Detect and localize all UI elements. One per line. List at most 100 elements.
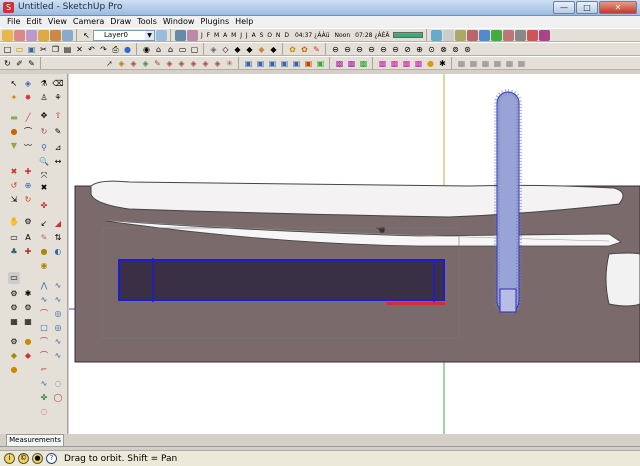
measurements-tab[interactable]: Measurements [6, 434, 64, 446]
save-icon[interactable]: ▣ [26, 44, 37, 55]
label-tool-icon[interactable]: ◈ [212, 58, 223, 69]
tag-icon[interactable]: ✎ [311, 44, 322, 55]
delete-icon[interactable]: ✕ [74, 44, 85, 55]
front-view-icon[interactable] [454, 29, 466, 41]
paint-icon[interactable] [26, 29, 37, 41]
bracket-icon[interactable]: ⌐ [38, 364, 50, 376]
right-view-icon[interactable] [514, 29, 526, 41]
position-camera-icon[interactable]: ↙ [38, 218, 50, 230]
text-icon[interactable]: ✚ [22, 166, 34, 178]
cube4-icon[interactable]: ▣ [279, 58, 290, 69]
fog-icon[interactable]: ✱ [22, 288, 34, 300]
menu-camera[interactable]: Camera [70, 16, 107, 28]
bezier-icon[interactable]: ∿ [52, 294, 64, 306]
window-icon[interactable]: ▭ [177, 44, 188, 55]
look-around-icon[interactable]: ⚙ [22, 216, 34, 228]
push-tool-icon[interactable]: ◈ [116, 58, 127, 69]
tree-icon[interactable]: ✤ [38, 392, 50, 404]
help-icon[interactable]: ? [46, 453, 57, 464]
eraser-icon[interactable]: ⌫ [52, 78, 64, 90]
square-icon[interactable]: □ [38, 322, 50, 334]
plugin6-icon[interactable]: ▩ [401, 58, 412, 69]
freehand-icon[interactable]: 〰 [22, 140, 34, 152]
menu-view[interactable]: View [45, 16, 70, 28]
follow-tool-icon[interactable]: ✎ [152, 58, 163, 69]
iso-view-icon[interactable] [478, 29, 490, 41]
cube5-icon[interactable]: ▣ [291, 58, 302, 69]
undo-icon[interactable]: ↶ [86, 44, 97, 55]
geo-location-icon[interactable]: i [4, 453, 15, 464]
bag-icon[interactable]: ◆ [8, 350, 20, 362]
text-label-icon[interactable]: A [22, 232, 34, 244]
print-icon[interactable]: ⎙ [110, 44, 121, 55]
redo-icon[interactable]: ↷ [98, 44, 109, 55]
plugin7-icon[interactable]: ▩ [413, 58, 424, 69]
cube7-icon[interactable]: ▣ [315, 58, 326, 69]
styles-icon[interactable]: ✚ [22, 246, 34, 258]
xray-icon[interactable]: ◈ [208, 44, 219, 55]
trim-icon[interactable]: ⊚ [450, 44, 461, 55]
star-icon[interactable]: ● [8, 364, 20, 376]
stamp-icon[interactable]: ⊖ [366, 44, 377, 55]
cube3-icon[interactable]: ▣ [267, 58, 278, 69]
add-detail-icon[interactable]: ⊖ [390, 44, 401, 55]
outliner-icon[interactable]: ▭ [8, 272, 20, 284]
model-canvas[interactable]: ☚ [69, 74, 640, 434]
pan-icon[interactable] [50, 29, 61, 41]
plugin11-icon[interactable]: ▦ [492, 58, 503, 69]
angle-tool-icon[interactable]: ◈ [176, 58, 187, 69]
walk-icon[interactable]: ✋ [8, 216, 20, 228]
model-viewport[interactable]: ☚ [69, 74, 640, 434]
curve-icon[interactable]: ⌒ [38, 308, 50, 320]
open-icon[interactable]: ▭ [14, 44, 25, 55]
paint-icon[interactable]: ✎ [38, 232, 50, 244]
match-photo-icon[interactable] [538, 29, 550, 41]
flag-icon[interactable]: ◆ [22, 350, 34, 362]
scale-icon[interactable]: ⚲ [38, 142, 50, 154]
tools-icon[interactable]: ⚙ [8, 336, 20, 348]
arc2-icon[interactable]: ⌒ [38, 336, 50, 348]
warehouse-icon[interactable]: ● [425, 58, 436, 69]
pan-icon[interactable]: ⇲ [8, 194, 20, 206]
scenes-icon[interactable]: ◐ [52, 246, 64, 258]
plugin1-icon[interactable]: ▩ [334, 58, 345, 69]
materials-icon[interactable]: ● [38, 246, 50, 258]
close-button[interactable]: ✕ [599, 1, 637, 14]
leaf-icon[interactable]: ◯ [52, 392, 64, 404]
brush-icon[interactable]: ✎ [26, 58, 37, 69]
layers-icon[interactable]: ⚙ [8, 288, 20, 300]
sandbox-scratch-icon[interactable]: ⊖ [342, 44, 353, 55]
spiral2-icon[interactable]: ◌ [52, 378, 64, 390]
menu-draw[interactable]: Draw [107, 16, 134, 28]
copy-icon[interactable]: ❐ [50, 44, 61, 55]
home-icon[interactable]: ⌂ [153, 44, 164, 55]
zoom-window-icon[interactable]: ✤ [38, 200, 50, 212]
dimension-icon[interactable] [430, 29, 442, 41]
circle-icon[interactable]: ● [8, 126, 20, 138]
wireframe-icon[interactable]: ◇ [220, 44, 231, 55]
pencil-icon[interactable]: ✐ [14, 58, 25, 69]
plugin10-icon[interactable]: ▦ [480, 58, 491, 69]
plugin8-icon[interactable]: ▦ [456, 58, 467, 69]
line-icon[interactable]: ╱ [22, 112, 34, 124]
push-pull-icon[interactable]: ⇧ [52, 110, 64, 122]
tape-measure-icon[interactable]: 🔍 [38, 156, 50, 168]
layer-select[interactable]: Layer0 ▼ [93, 29, 155, 41]
ruler-icon[interactable]: ⇅ [52, 232, 64, 244]
plugin12-icon[interactable]: ▦ [504, 58, 515, 69]
dim-tool-icon[interactable]: ✳ [224, 58, 235, 69]
cut-icon[interactable]: ✂ [38, 44, 49, 55]
smoove-icon[interactable]: ⊖ [354, 44, 365, 55]
model-info-icon[interactable]: ● [122, 44, 133, 55]
maximize-button[interactable]: □ [576, 1, 598, 14]
footprint-icon[interactable]: ⚘ [52, 92, 64, 104]
zoom-icon[interactable]: ↻ [22, 194, 34, 206]
menu-file[interactable]: File [4, 16, 23, 28]
cube6-icon[interactable]: ▣ [303, 58, 314, 69]
offset-icon[interactable]: ⊿ [52, 142, 64, 154]
menu-edit[interactable]: Edit [23, 16, 45, 28]
new-icon[interactable]: □ [2, 44, 13, 55]
credits-icon[interactable]: © [18, 453, 29, 464]
subtract-icon[interactable]: ⊗ [438, 44, 449, 55]
time-slider[interactable] [392, 32, 423, 38]
